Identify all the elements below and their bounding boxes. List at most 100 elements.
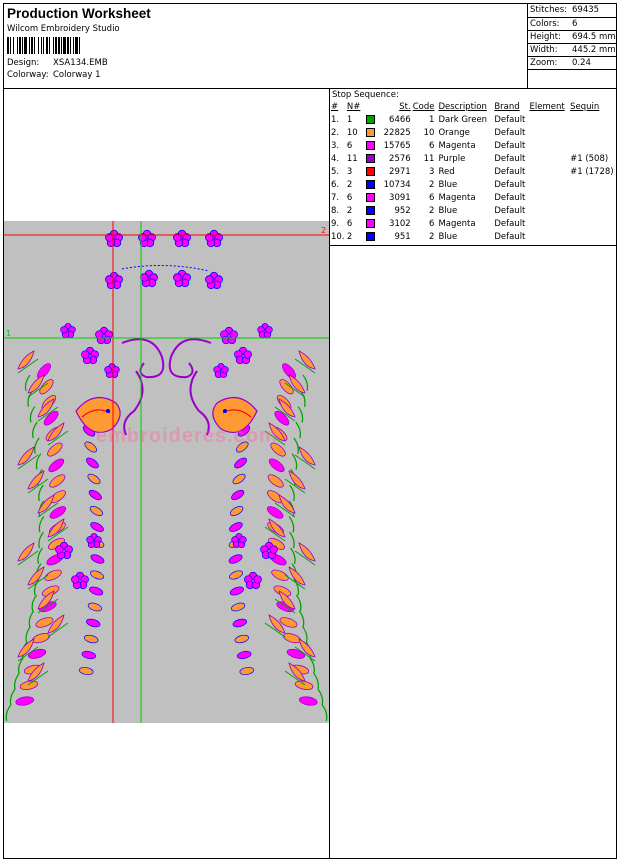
row-code: 1 <box>429 114 435 125</box>
row-element <box>529 152 570 165</box>
row-stitches: 2576 <box>389 153 411 164</box>
row-brand: Default <box>494 153 526 164</box>
row-index: 6. <box>331 179 340 190</box>
row-index: 2. <box>331 127 340 138</box>
color-swatch <box>365 114 375 124</box>
row-description: Blue <box>438 205 458 216</box>
row-stitches: 3102 <box>389 218 411 229</box>
row-description: Magenta <box>438 192 476 203</box>
row-index: 7. <box>331 192 340 203</box>
row-description: Magenta <box>438 140 476 151</box>
barcode-graphic <box>7 37 80 54</box>
design-row: Design: XSA134.EMB <box>7 57 527 69</box>
color-swatch <box>365 127 375 137</box>
color-swatch <box>365 179 375 189</box>
row-brand: Default <box>494 127 526 138</box>
design-filename: XSA134.EMB <box>53 58 108 68</box>
colorway-value: Colorway 1 <box>53 70 101 80</box>
table-row: 2. 10 22825 10 Orange Default <box>331 126 616 139</box>
row-stitches: 2971 <box>389 166 411 177</box>
row-element <box>529 204 570 217</box>
row-index: 1. <box>331 114 340 125</box>
table-row: 5. 3 2971 3 Red Default #1 (1728) <box>331 165 616 178</box>
col-header-element: Element <box>529 101 565 112</box>
row-needle: 6 <box>346 218 353 229</box>
row-index: 3. <box>331 140 340 151</box>
row-element <box>529 165 570 178</box>
row-brand: Default <box>494 218 526 229</box>
row-swatch <box>365 113 379 126</box>
row-brand: Default <box>494 192 526 203</box>
design-label: Design: <box>7 58 40 68</box>
row-sequin <box>570 178 616 191</box>
row-description: Blue <box>438 179 458 190</box>
row-sequin <box>570 230 616 243</box>
stat-divider <box>528 30 617 31</box>
row-stitches: 952 <box>394 205 411 216</box>
embroidery-artwork <box>5 229 328 722</box>
table-row: 1. 1 6466 1 Dark Green Default <box>331 113 616 126</box>
row-description: Orange <box>438 127 470 138</box>
col-header-stitches: St. <box>399 101 411 112</box>
col-header-description: Description <box>438 101 487 112</box>
design-preview: 2 1 embroideres.com <box>4 221 329 723</box>
colorway-label: Colorway: <box>7 70 49 80</box>
row-description: Purple <box>438 153 466 164</box>
row-description: Red <box>438 166 455 177</box>
stat-divider <box>528 69 617 70</box>
table-row: 10. 2 951 2 Blue Default <box>331 230 616 243</box>
row-swatch <box>365 191 379 204</box>
row-swatch <box>365 178 379 191</box>
color-swatch <box>365 218 375 228</box>
row-sequin <box>570 126 616 139</box>
row-brand: Default <box>494 166 526 177</box>
row-needle: 10 <box>346 127 358 138</box>
stat-divider <box>528 56 617 57</box>
col-header-brand: Brand <box>494 101 520 112</box>
worksheet-header: Production Worksheet Wilcom Embroidery S… <box>4 4 617 89</box>
design-stats: Stitches: 69435 Colors: 6 Height: 694.5 mm … <box>527 4 617 88</box>
row-sequin <box>570 113 616 126</box>
row-element <box>529 126 570 139</box>
row-element <box>529 113 570 126</box>
page-title: Production Worksheet <box>7 6 151 21</box>
guide-label-green: 1 <box>6 329 11 338</box>
row-code: 6 <box>429 140 435 151</box>
col-header-code: Code <box>412 101 435 112</box>
color-swatch <box>365 192 375 202</box>
row-swatch <box>365 204 379 217</box>
row-sequin <box>570 217 616 230</box>
row-code: 6 <box>429 218 435 229</box>
row-stitches: 951 <box>394 231 411 242</box>
row-needle: 3 <box>346 166 353 177</box>
row-brand: Default <box>494 114 526 125</box>
row-swatch <box>365 139 379 152</box>
worksheet-page: Production Worksheet Wilcom Embroidery S… <box>3 3 617 859</box>
stat-zoom: Zoom: 0.24 <box>530 58 591 68</box>
row-sequin <box>570 191 616 204</box>
row-element <box>529 217 570 230</box>
row-element <box>529 230 570 243</box>
col-header-swatch <box>366 100 379 113</box>
row-element <box>529 191 570 204</box>
row-description: Blue <box>438 231 458 242</box>
color-swatch <box>365 153 375 163</box>
row-needle: 11 <box>346 153 358 164</box>
row-stitches: 15765 <box>383 140 411 151</box>
col-header-sequin: Sequin <box>570 101 600 112</box>
stat-divider <box>528 43 617 44</box>
row-code: 2 <box>429 179 435 190</box>
table-row: 8. 2 952 2 Blue Default <box>331 204 616 217</box>
table-row: 9. 6 3102 6 Magenta Default <box>331 217 616 230</box>
table-header-row: # N# St. Code Description Brand Element … <box>331 100 616 113</box>
color-swatch <box>365 231 375 241</box>
row-needle: 6 <box>346 140 353 151</box>
row-swatch <box>365 217 379 230</box>
stop-sequence-panel: Stop Sequence: # N# St. Code Description… <box>330 89 616 246</box>
row-stitches: 10734 <box>383 179 411 190</box>
row-index: 4. <box>331 153 340 164</box>
software-name: Wilcom Embroidery Studio <box>7 24 120 34</box>
row-stitches: 22825 <box>383 127 411 138</box>
table-row: 6. 2 10734 2 Blue Default <box>331 178 616 191</box>
row-index: 8. <box>331 205 340 216</box>
